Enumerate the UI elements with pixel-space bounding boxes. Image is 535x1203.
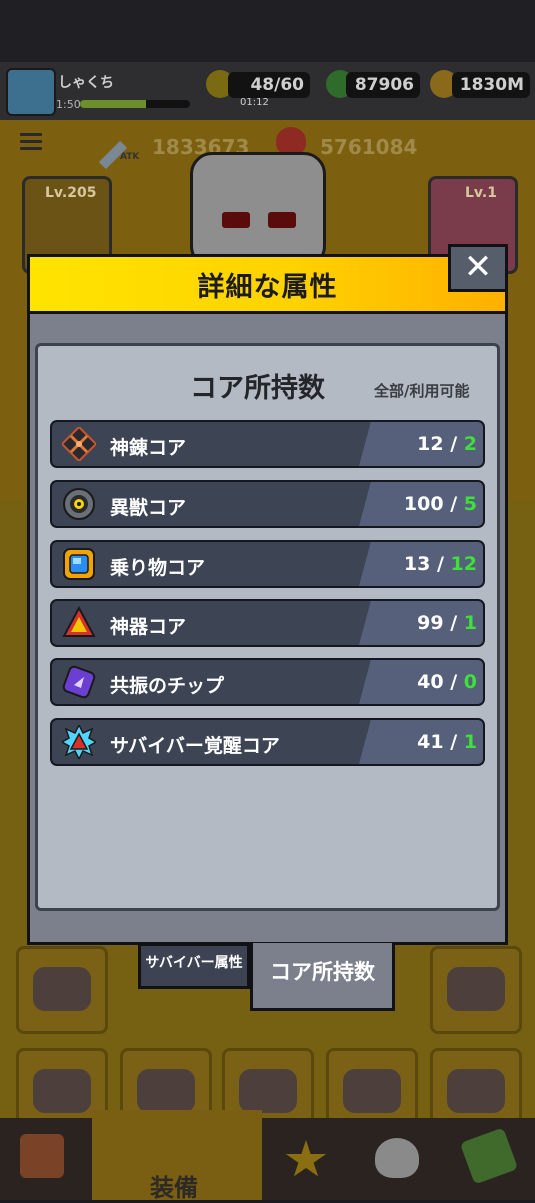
shop-icon[interactable] xyxy=(20,1134,64,1178)
core-row-count: 100 / 5 xyxy=(403,493,477,515)
menu-icon[interactable] xyxy=(20,133,42,151)
core-row: 異獣コア 100 / 5 xyxy=(50,480,485,528)
resonance-chip-icon xyxy=(62,665,96,699)
beast-core-icon xyxy=(63,488,95,520)
core-row-count: 13 / 12 xyxy=(403,553,477,575)
divine-core-icon xyxy=(62,427,96,461)
energy-counter: 48/60 xyxy=(228,72,310,98)
armor-card-level: Lv.1 xyxy=(465,185,497,201)
core-available: 0 xyxy=(463,671,477,693)
atk-label: ATK xyxy=(120,152,140,162)
skull-icon[interactable] xyxy=(375,1138,419,1178)
gem-counter: 87906 xyxy=(346,72,420,98)
core-total: 99 xyxy=(417,612,444,634)
core-total: 12 xyxy=(417,433,444,455)
section-title: コア所持数 xyxy=(190,373,325,404)
core-row-label: 神錬コア xyxy=(110,437,187,459)
coin-counter: 1830M xyxy=(452,72,530,98)
player-name: しゃくち xyxy=(58,75,114,91)
core-row: サバイバー覚醒コア 41 / 1 xyxy=(50,718,485,766)
inventory-slot[interactable] xyxy=(430,946,522,1034)
hp-value: 5761084 xyxy=(320,135,418,159)
core-row: 共振のチップ 40 / 0 xyxy=(50,658,485,706)
avatar[interactable] xyxy=(6,68,56,116)
nav-equip-label: 装備 xyxy=(150,1174,198,1202)
core-row-label: 共振のチップ xyxy=(110,675,225,697)
character-eye-left xyxy=(222,212,250,228)
xp-fill xyxy=(80,100,146,108)
core-available: 2 xyxy=(463,433,477,455)
energy-timer: 01:12 xyxy=(240,97,269,108)
core-available: 5 xyxy=(463,493,477,515)
core-row-count: 40 / 0 xyxy=(417,671,477,693)
core-row-count: 12 / 2 xyxy=(417,433,477,455)
awakening-core-icon xyxy=(62,725,96,759)
tab-core-count[interactable]: コア所持数 xyxy=(250,943,395,1011)
xp-bar xyxy=(80,100,190,108)
core-row-label: サバイバー覚醒コア xyxy=(110,735,280,757)
core-available: 1 xyxy=(463,731,477,753)
core-row-count: 99 / 1 xyxy=(417,612,477,634)
core-row: 神錬コア 12 / 2 xyxy=(50,420,485,468)
section-subtitle: 全部/利用可能 xyxy=(374,382,470,400)
tab-survivor-attributes[interactable]: サバイバー属性 xyxy=(138,943,250,989)
close-button[interactable]: ✕ xyxy=(448,244,508,292)
core-row: 神器コア 99 / 1 xyxy=(50,599,485,647)
character-eye-right xyxy=(268,212,296,228)
status-bar-area xyxy=(0,0,535,62)
core-total: 41 xyxy=(417,731,444,753)
vehicle-core-icon xyxy=(63,548,95,580)
bottom-nav xyxy=(0,1118,535,1200)
core-row: 乗り物コア 13 / 12 xyxy=(50,540,485,588)
inventory-slot[interactable] xyxy=(16,946,108,1034)
player-level: 1:50 xyxy=(56,98,81,111)
core-total: 100 xyxy=(403,493,444,515)
artifact-core-icon xyxy=(62,606,96,637)
core-row-label: 乗り物コア xyxy=(110,557,206,579)
dialog-title: 詳細な属性 xyxy=(197,272,338,303)
core-row-count: 41 / 1 xyxy=(417,731,477,753)
core-row-label: 異獣コア xyxy=(110,497,187,519)
core-total: 40 xyxy=(417,671,444,693)
weapon-card-level: Lv.205 xyxy=(45,185,97,201)
core-total: 13 xyxy=(403,553,431,575)
core-available: 12 xyxy=(450,553,477,575)
heart-icon xyxy=(276,127,306,155)
core-available: 1 xyxy=(463,612,477,634)
core-row-label: 神器コア xyxy=(110,616,187,638)
character-portrait xyxy=(190,152,326,268)
